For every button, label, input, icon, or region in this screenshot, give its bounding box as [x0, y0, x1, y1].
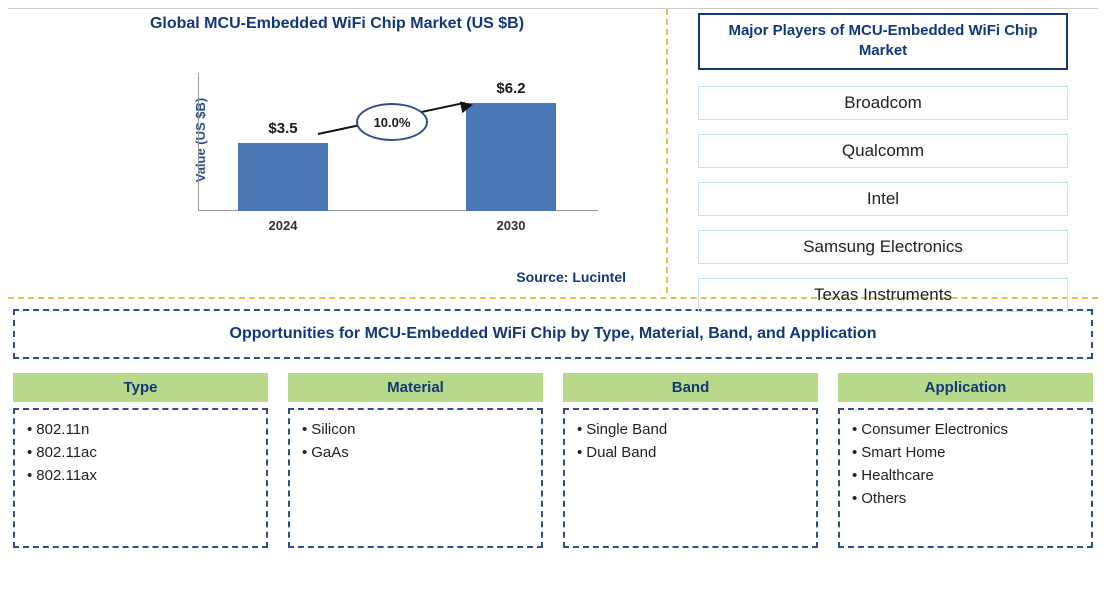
category-item: •Others	[852, 487, 1079, 510]
growth-annotation: 10.0%	[318, 101, 468, 151]
category-header: Material	[288, 373, 543, 402]
category-list: •Silicon •GaAs	[288, 408, 543, 548]
categories-row: Type •802.11n •802.11ac •802.11ax Materi…	[8, 373, 1098, 548]
category-item: •Consumer Electronics	[852, 418, 1079, 441]
item-text: 802.11ac	[36, 444, 97, 461]
chart-area: Global MCU-Embedded WiFi Chip Market (US…	[8, 9, 668, 293]
player-item: Texas Instruments	[698, 278, 1068, 312]
item-text: Single Band	[586, 421, 667, 438]
chart-title: Global MCU-Embedded WiFi Chip Market (US…	[18, 15, 656, 33]
bar-label-2030: $6.2	[466, 80, 556, 97]
category-material: Material •Silicon •GaAs	[288, 373, 543, 548]
x-tick-2030: 2030	[466, 218, 556, 233]
category-item: •GaAs	[302, 441, 529, 464]
category-list: •Single Band •Dual Band	[563, 408, 818, 548]
category-type: Type •802.11n •802.11ac •802.11ax	[13, 373, 268, 548]
player-item: Intel	[698, 182, 1068, 216]
category-list: •802.11n •802.11ac •802.11ax	[13, 408, 268, 548]
category-item: •Smart Home	[852, 441, 1079, 464]
category-item: •Silicon	[302, 418, 529, 441]
category-header: Type	[13, 373, 268, 402]
item-text: GaAs	[311, 444, 349, 461]
category-item: •802.11n	[27, 418, 254, 441]
category-application: Application •Consumer Electronics •Smart…	[838, 373, 1093, 548]
item-text: Smart Home	[861, 444, 945, 461]
category-list: •Consumer Electronics •Smart Home •Healt…	[838, 408, 1093, 548]
bar-2024	[238, 143, 328, 211]
category-item: •Single Band	[577, 418, 804, 441]
source-label: Source: Lucintel	[516, 269, 626, 285]
player-item: Qualcomm	[698, 134, 1068, 168]
category-band: Band •Single Band •Dual Band	[563, 373, 818, 548]
item-text: 802.11ax	[36, 467, 97, 484]
top-section: Global MCU-Embedded WiFi Chip Market (US…	[8, 8, 1098, 293]
growth-rate-badge: 10.0%	[356, 103, 428, 141]
category-item: •Dual Band	[577, 441, 804, 464]
major-players-title: Major Players of MCU-Embedded WiFi Chip …	[698, 13, 1068, 70]
player-item: Broadcom	[698, 86, 1068, 120]
y-axis-line	[198, 73, 199, 211]
category-header: Band	[563, 373, 818, 402]
category-item: •Healthcare	[852, 464, 1079, 487]
x-tick-2024: 2024	[238, 218, 328, 233]
item-text: 802.11n	[36, 421, 89, 438]
bar-chart: Value (US $B) $3.5 2024 $6.2 2030 10.0%	[198, 63, 628, 233]
item-text: Silicon	[311, 421, 355, 438]
arrow-head-icon	[460, 99, 474, 113]
y-axis-label: Value (US $B)	[193, 97, 208, 182]
major-players-panel: Major Players of MCU-Embedded WiFi Chip …	[668, 9, 1098, 293]
item-text: Dual Band	[586, 444, 656, 461]
category-item: •802.11ac	[27, 441, 254, 464]
item-text: Healthcare	[861, 467, 934, 484]
category-header: Application	[838, 373, 1093, 402]
bar-2030	[466, 103, 556, 211]
bar-label-2024: $3.5	[238, 120, 328, 137]
item-text: Consumer Electronics	[861, 421, 1008, 438]
item-text: Others	[861, 490, 906, 507]
player-item: Samsung Electronics	[698, 230, 1068, 264]
opportunities-title: Opportunities for MCU-Embedded WiFi Chip…	[13, 309, 1093, 359]
category-item: •802.11ax	[27, 464, 254, 487]
